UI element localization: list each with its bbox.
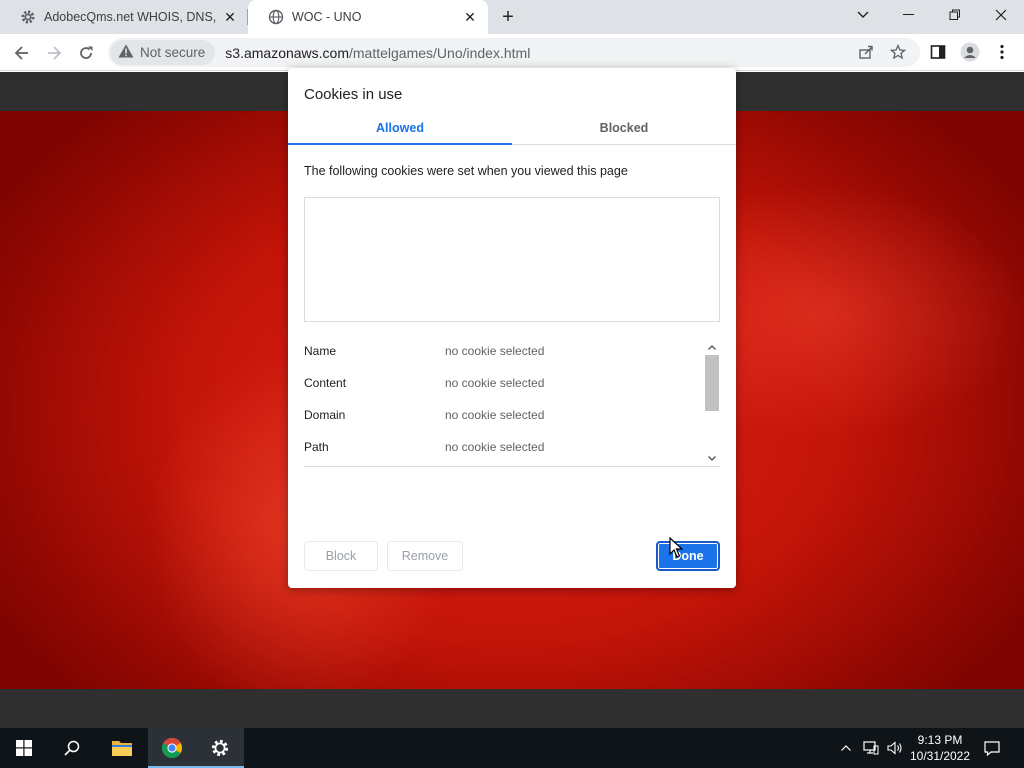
- scroll-up-icon[interactable]: [704, 339, 720, 355]
- detail-value: no cookie selected: [445, 408, 545, 422]
- scroll-down-icon[interactable]: [704, 450, 720, 466]
- chrome-taskbar-button[interactable]: [148, 728, 196, 768]
- windows-logo-icon: [16, 740, 32, 756]
- mouse-cursor-icon: [669, 537, 683, 558]
- address-bar[interactable]: Not secure s3.amazonaws.com/mattelgames/…: [108, 38, 920, 67]
- network-icon[interactable]: [860, 728, 882, 768]
- done-button[interactable]: Done: [656, 541, 720, 571]
- detail-label: Content: [304, 376, 347, 390]
- reload-button[interactable]: [72, 39, 100, 67]
- chrome-icon: [162, 738, 182, 758]
- folder-icon: [112, 741, 132, 756]
- action-center-icon[interactable]: [980, 728, 1004, 768]
- show-hidden-icons-icon[interactable]: [836, 728, 856, 768]
- close-tab-icon[interactable]: ✕: [220, 7, 240, 27]
- minimize-button[interactable]: [886, 0, 932, 30]
- url-text: s3.amazonaws.com/mattelgames/Uno/index.h…: [225, 45, 530, 61]
- tab-strip: AdobecQms.net WHOIS, DNS, & ✕ WOC - UNO …: [0, 0, 1024, 34]
- detail-row-domain: Domain no cookie selected: [304, 408, 694, 428]
- page-footer-bar: [0, 689, 1024, 728]
- detail-row-path: Path no cookie selected: [304, 440, 694, 460]
- clock-date: 10/31/2022: [909, 749, 971, 763]
- gear-icon: [20, 9, 36, 25]
- detail-value: no cookie selected: [445, 440, 545, 454]
- block-button[interactable]: Block: [304, 541, 378, 571]
- url-path: /mattelgames/Uno/index.html: [349, 44, 531, 61]
- globe-icon: [268, 9, 284, 25]
- menu-kebab-icon[interactable]: [989, 39, 1015, 65]
- url-host: s3.amazonaws.com: [225, 44, 349, 61]
- remove-button[interactable]: Remove: [387, 541, 463, 571]
- tab-blocked[interactable]: Blocked: [512, 116, 736, 145]
- forward-button[interactable]: [40, 39, 68, 67]
- details-scrollbar[interactable]: [704, 339, 720, 466]
- cookie-details: Name no cookie selected Content no cooki…: [304, 339, 720, 467]
- profile-avatar[interactable]: [957, 39, 983, 65]
- share-icon[interactable]: [853, 39, 879, 65]
- dialog-title: Cookies in use: [304, 86, 403, 103]
- detail-label: Domain: [304, 408, 346, 422]
- new-tab-button[interactable]: +: [496, 6, 520, 28]
- detail-row-content: Content no cookie selected: [304, 376, 694, 396]
- detail-row-name: Name no cookie selected: [304, 344, 694, 364]
- gear-icon: [211, 739, 229, 757]
- windows-taskbar: 9:13 PM 10/31/2022: [0, 728, 1024, 768]
- warning-icon: [118, 44, 134, 61]
- start-button[interactable]: [0, 728, 48, 768]
- dialog-tabs: Allowed Blocked: [288, 116, 736, 145]
- scroll-thumb[interactable]: [705, 355, 719, 411]
- tab-woc-uno[interactable]: WOC - UNO ✕: [248, 0, 488, 34]
- cookies-dialog: Cookies in use Allowed Blocked The follo…: [288, 68, 736, 588]
- search-button[interactable]: [48, 728, 96, 768]
- volume-icon[interactable]: [884, 728, 906, 768]
- browser-toolbar: Not secure s3.amazonaws.com/mattelgames/…: [0, 34, 1024, 71]
- close-tab-icon[interactable]: ✕: [460, 7, 480, 27]
- search-icon: [64, 740, 80, 756]
- tab-allowed[interactable]: Allowed: [288, 116, 512, 145]
- clock-time: 9:13 PM: [917, 733, 963, 747]
- back-button[interactable]: [8, 39, 36, 67]
- tab-adobecqms[interactable]: AdobecQms.net WHOIS, DNS, & ✕: [0, 0, 248, 34]
- tab-title: AdobecQms.net WHOIS, DNS, &: [44, 10, 220, 24]
- restore-button[interactable]: [932, 0, 978, 30]
- detail-label: Path: [304, 440, 329, 454]
- security-chip-label: Not secure: [140, 45, 206, 60]
- settings-taskbar-button[interactable]: [196, 728, 244, 768]
- taskbar-clock[interactable]: 9:13 PM 10/31/2022: [904, 732, 976, 764]
- detail-label: Name: [304, 344, 337, 358]
- close-window-button[interactable]: [978, 0, 1024, 30]
- file-explorer-button[interactable]: [98, 728, 146, 768]
- dialog-description: The following cookies were set when you …: [304, 164, 628, 178]
- detail-value: no cookie selected: [445, 344, 545, 358]
- detail-value: no cookie selected: [445, 376, 545, 390]
- tab-title: WOC - UNO: [292, 10, 362, 24]
- cookie-tree-list[interactable]: [304, 197, 720, 322]
- tab-search-icon[interactable]: [840, 0, 886, 30]
- security-chip[interactable]: Not secure: [110, 40, 216, 65]
- side-panel-icon[interactable]: [925, 39, 951, 65]
- bookmark-star-icon[interactable]: [885, 39, 911, 65]
